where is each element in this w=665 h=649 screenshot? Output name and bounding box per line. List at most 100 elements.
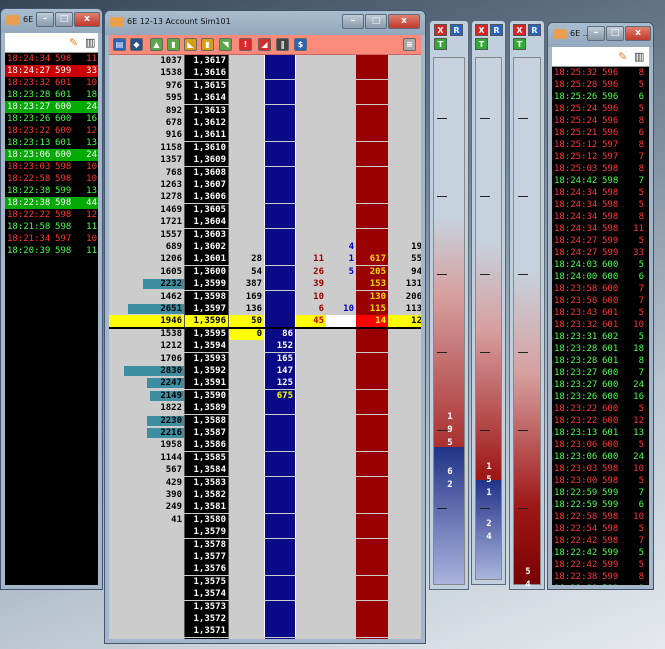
- columns-icon[interactable]: ▥: [85, 36, 95, 49]
- ladder-row[interactable]: 1958 1,3586: [109, 439, 421, 452]
- ladder-row[interactable]: 2651 1,3597 136 6 10 115 113: [109, 303, 421, 315]
- bid-size-cell[interactable]: [229, 625, 264, 637]
- ask-size-cell[interactable]: [264, 67, 296, 80]
- bid-size-cell[interactable]: [229, 439, 264, 451]
- ladder-row[interactable]: 1278 1,3606: [109, 191, 421, 204]
- bid-size-cell[interactable]: 387: [229, 278, 264, 290]
- bid-size-cell[interactable]: [229, 241, 264, 253]
- ask-size-cell[interactable]: [264, 600, 296, 613]
- alert-icon[interactable]: !: [239, 38, 252, 51]
- ask-size-cell[interactable]: [264, 476, 296, 489]
- ask-size-cell[interactable]: [264, 489, 296, 501]
- bid-size-cell[interactable]: 28: [229, 253, 264, 265]
- chart-trader-icon[interactable]: ▤: [113, 38, 126, 51]
- ladder-row[interactable]: 567 1,3584: [109, 464, 421, 477]
- ask-size-cell[interactable]: [264, 79, 296, 92]
- ladder-row[interactable]: 1212 1,3594 152: [109, 340, 421, 353]
- shield-icon[interactable]: ◆: [130, 38, 143, 51]
- pause-icon[interactable]: ‖: [276, 38, 289, 51]
- ladder-row[interactable]: 1706 1,3593 165: [109, 352, 421, 365]
- bid-size-cell[interactable]: [229, 501, 264, 513]
- ask-size-cell[interactable]: [264, 154, 296, 167]
- ladder-row[interactable]: 2149 1,3590 675: [109, 389, 421, 402]
- pencil-icon[interactable]: ✎: [69, 36, 78, 49]
- toggle-t-button[interactable]: T: [513, 38, 526, 50]
- ladder-row[interactable]: 390 1,3582: [109, 489, 421, 501]
- corner-icon[interactable]: ◢: [258, 38, 271, 51]
- close-icon[interactable]: x: [625, 26, 651, 41]
- reset-r-button[interactable]: R: [490, 24, 503, 36]
- ask-size-cell[interactable]: [264, 588, 296, 601]
- ladder-row[interactable]: 1,3576: [109, 563, 421, 576]
- ask-size-cell[interactable]: [264, 278, 296, 291]
- bid-size-cell[interactable]: [229, 67, 264, 79]
- ladder-row[interactable]: 689 1,3602 4 19: [109, 241, 421, 253]
- close-x-button[interactable]: X: [434, 24, 447, 36]
- ladder-row[interactable]: 1,3575: [109, 575, 421, 588]
- ask-size-cell[interactable]: [264, 551, 296, 563]
- ask-size-cell[interactable]: [264, 451, 296, 464]
- ask-size-cell[interactable]: 125: [264, 377, 296, 390]
- bid-size-cell[interactable]: [229, 340, 264, 352]
- bid-size-cell[interactable]: [229, 601, 264, 613]
- minimize-icon[interactable]: –: [587, 26, 605, 41]
- ladder-row[interactable]: 1158 1,3610: [109, 141, 421, 154]
- right-ts-titlebar[interactable]: 6E ... – □ x: [548, 23, 653, 47]
- ask-size-cell[interactable]: [264, 526, 296, 539]
- ask-size-cell[interactable]: [264, 303, 296, 315]
- ask-size-cell[interactable]: [264, 241, 296, 253]
- bid-size-cell[interactable]: [229, 588, 264, 600]
- ladder-row[interactable]: 1538 1,3595 0 86: [109, 327, 421, 340]
- ladder-row[interactable]: 916 1,3611: [109, 129, 421, 142]
- ladder-row[interactable]: 1822 1,3589: [109, 402, 421, 415]
- ladder-row[interactable]: 429 1,3583: [109, 476, 421, 489]
- ask-size-cell[interactable]: [264, 265, 296, 278]
- bid-size-cell[interactable]: [229, 204, 264, 216]
- ask-size-cell[interactable]: [264, 253, 296, 266]
- reset-r-button[interactable]: R: [528, 24, 541, 36]
- bid-size-cell[interactable]: [229, 229, 264, 241]
- ask-size-cell[interactable]: [264, 203, 296, 216]
- pencil-icon[interactable]: ✎: [618, 50, 627, 63]
- bid-size-cell[interactable]: [229, 563, 264, 575]
- bid-size-cell[interactable]: [229, 129, 264, 141]
- ladder-row[interactable]: 1144 1,3585: [109, 451, 421, 464]
- maximize-icon[interactable]: □: [365, 14, 387, 29]
- minimize-icon[interactable]: –: [342, 14, 364, 29]
- menu-icon[interactable]: ≡: [403, 38, 416, 51]
- left-ts-titlebar[interactable]: 6E ... – □ x: [1, 9, 102, 33]
- ask-size-cell[interactable]: [264, 129, 296, 142]
- ladder-row[interactable]: 2230 1,3588: [109, 414, 421, 427]
- green-bar-icon[interactable]: ▮: [167, 38, 180, 51]
- ask-size-cell[interactable]: [264, 55, 296, 67]
- ask-size-cell[interactable]: 152: [264, 340, 296, 353]
- bid-size-cell[interactable]: [229, 427, 264, 439]
- ladder-row[interactable]: 1538 1,3616: [109, 67, 421, 80]
- ask-size-cell[interactable]: [264, 563, 296, 576]
- dom-titlebar[interactable]: 6E 12-13 Account Sim101 – □ x: [105, 11, 425, 35]
- ask-size-cell[interactable]: 165: [264, 352, 296, 365]
- ladder-row[interactable]: 1,3574: [109, 588, 421, 601]
- ladder-row[interactable]: 1605 1,3600 54 26 5 205 94: [109, 265, 421, 278]
- bid-size-cell[interactable]: [229, 489, 264, 501]
- ladder-row[interactable]: 1,3570: [109, 637, 421, 639]
- bid-size-cell[interactable]: [229, 539, 264, 551]
- bid-size-cell[interactable]: [229, 117, 264, 129]
- bid-size-cell[interactable]: [229, 390, 264, 402]
- ask-size-cell[interactable]: [264, 315, 296, 328]
- bid-size-cell[interactable]: [229, 415, 264, 427]
- bid-size-cell[interactable]: 50: [229, 315, 264, 328]
- bid-size-cell[interactable]: [229, 377, 264, 389]
- ask-size-cell[interactable]: [264, 637, 296, 639]
- ask-size-cell[interactable]: 147: [264, 365, 296, 377]
- ladder-row[interactable]: 1,3571: [109, 625, 421, 638]
- ladder-row[interactable]: 892 1,3613: [109, 104, 421, 117]
- minimize-icon[interactable]: –: [36, 12, 54, 27]
- ask-size-cell[interactable]: [264, 575, 296, 588]
- bid-size-cell[interactable]: [229, 80, 264, 92]
- ask-size-cell[interactable]: 675: [264, 389, 296, 402]
- bid-size-cell[interactable]: 54: [229, 266, 264, 278]
- ask-size-cell[interactable]: 86: [264, 327, 296, 340]
- ask-size-cell[interactable]: [264, 290, 296, 303]
- ask-size-cell[interactable]: [264, 439, 296, 452]
